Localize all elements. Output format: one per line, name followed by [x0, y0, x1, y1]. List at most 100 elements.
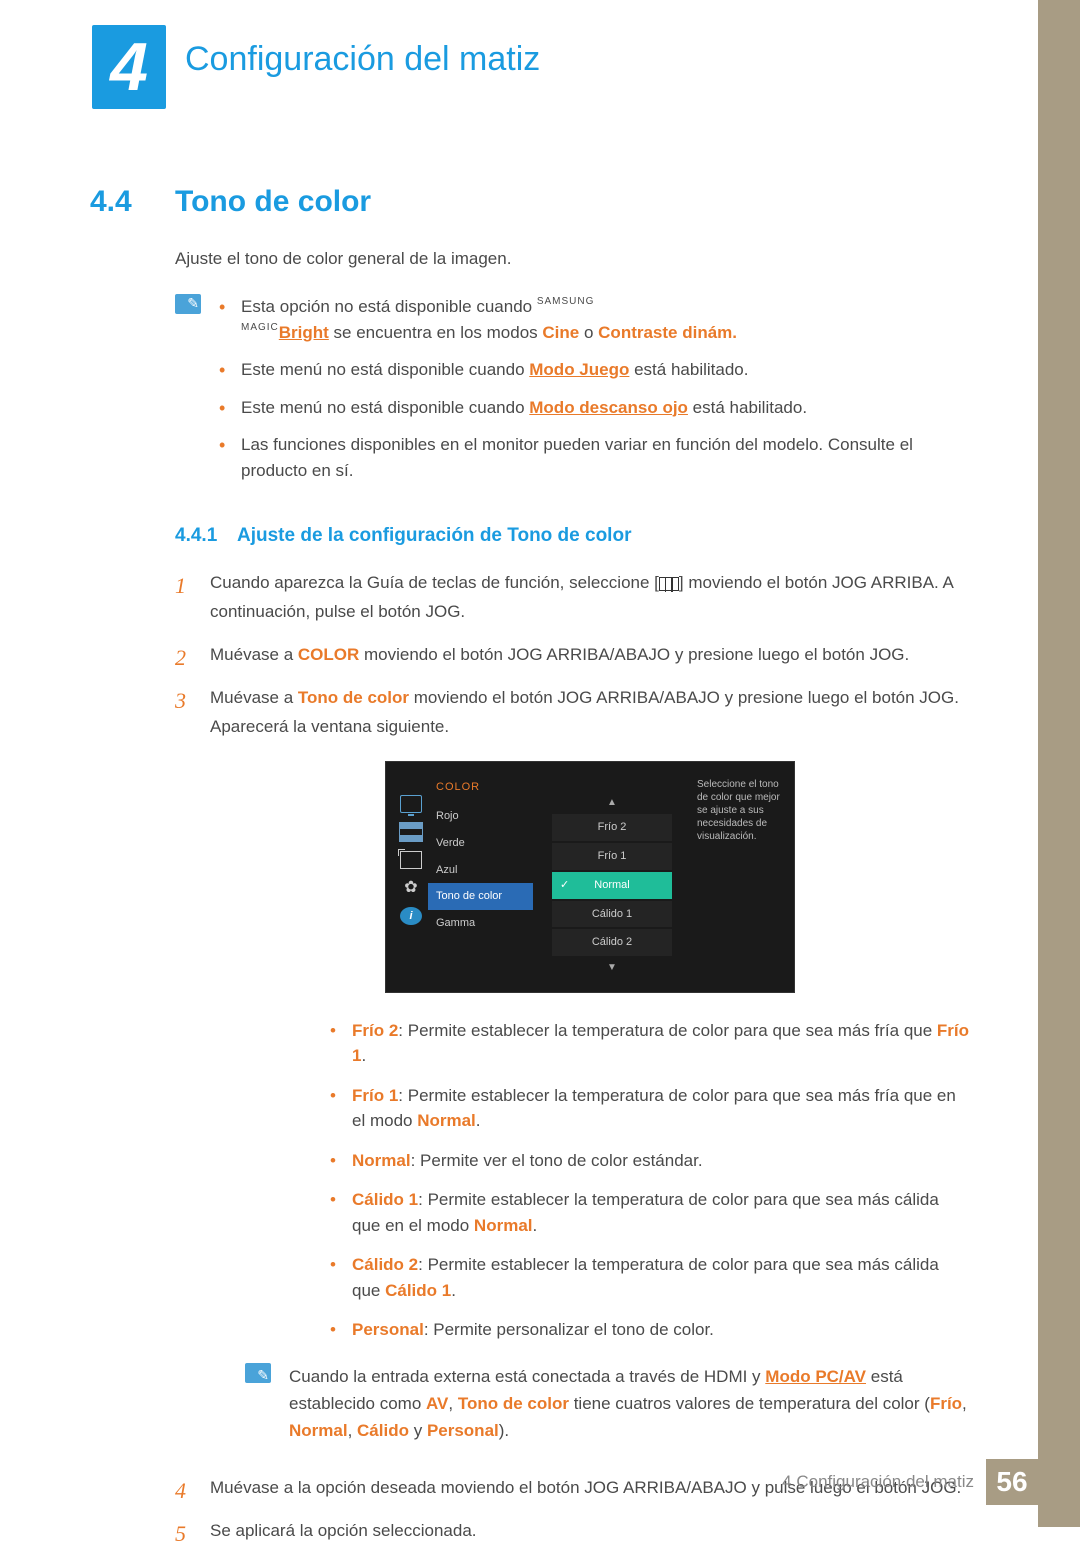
desc-calido1: Cálido 1: Permite establecer la temperat…	[330, 1187, 970, 1238]
val-normal: Normal	[289, 1421, 348, 1440]
text: se encuentra en los modos	[329, 323, 543, 342]
note-item: Este menú no está disponible cuando Modo…	[219, 395, 970, 421]
text: Muévase a	[210, 688, 298, 707]
text: ).	[499, 1421, 509, 1440]
text: : Permite establecer la temperatura de c…	[398, 1021, 937, 1040]
osd-option: Cálido 2	[552, 929, 672, 956]
osd-left-item: Rojo	[428, 803, 533, 830]
text: ,	[448, 1394, 457, 1413]
list-icon	[400, 823, 422, 841]
text: SAMSUNG	[537, 296, 595, 307]
osd-option: Frío 2	[552, 814, 672, 841]
osd-left-item: Verde	[428, 830, 533, 857]
text: MAGIC	[241, 322, 279, 333]
text: Muévase a	[210, 645, 298, 664]
arrow-down-icon: ▼	[605, 957, 619, 978]
chapter-number-box: 4	[92, 25, 166, 109]
note-icon	[175, 294, 201, 314]
note-icon	[245, 1363, 271, 1383]
label: Cálido 1	[352, 1190, 418, 1209]
chapter-title: Configuración del matiz	[185, 40, 540, 79]
desc-frio2: Frío 2: Permite establecer la temperatur…	[330, 1018, 970, 1069]
text: Cuando aparezca la Guía de teclas de fun…	[210, 573, 659, 592]
osd-options: ▲ Frío 2 Frío 1 Normal Cálido 1 Cálido 2…	[533, 770, 691, 983]
mode-contraste: Contraste dinám.	[598, 323, 737, 342]
steps-list: Cuando aparezca la Guía de teclas de fun…	[175, 569, 970, 1546]
mode-cine: Cine	[542, 323, 579, 342]
modo-pcav-link[interactable]: Modo PC/AV	[765, 1367, 866, 1386]
text: y	[409, 1421, 427, 1440]
desc-frio1: Frío 1: Permite establecer la temperatur…	[330, 1083, 970, 1134]
note-paragraph: Cuando la entrada externa está conectada…	[289, 1363, 970, 1445]
osd-option: Cálido 1	[552, 901, 672, 928]
picture-icon	[400, 795, 422, 813]
label: Frío 2	[352, 1021, 398, 1040]
text: moviendo el botón JOG ARRIBA/ABAJO y pre…	[359, 645, 909, 664]
ref: Normal	[417, 1111, 476, 1130]
val-personal: Personal	[427, 1421, 499, 1440]
section-number: 4.4	[90, 185, 175, 219]
osd-left-item: Gamma	[428, 910, 533, 937]
note-block-2: Cuando la entrada externa está conectada…	[245, 1363, 970, 1445]
ref: Normal	[474, 1216, 533, 1235]
info-icon: i	[400, 907, 422, 925]
text: : Permite ver el tono de color estándar.	[411, 1151, 703, 1170]
text: ,	[962, 1394, 967, 1413]
osd-left-item: Azul	[428, 857, 533, 884]
step-3: Muévase a Tono de color moviendo el botó…	[175, 684, 970, 1445]
note-item: Esta opción no está disponible cuando SA…	[219, 294, 970, 345]
desc-calido2: Cálido 2: Permite establecer la temperat…	[330, 1252, 970, 1303]
text: Esta opción no está disponible cuando	[241, 297, 537, 316]
page-footer: 4 Configuración del matiz 56	[782, 1459, 1038, 1505]
modo-juego-link[interactable]: Modo Juego	[529, 360, 629, 379]
val-frio: Frío	[930, 1394, 962, 1413]
osd-option: Frío 1	[552, 843, 672, 870]
osd-menu: ✿ i COLOR Rojo Verde Azul Tono de color …	[385, 761, 795, 992]
text: Este menú no está disponible cuando	[241, 398, 529, 417]
menu-icon	[659, 577, 679, 591]
step-5: Se aplicará la opción seleccionada.	[175, 1517, 970, 1546]
note-item: Este menú no está disponible cuando Modo…	[219, 357, 970, 383]
note-block-1: Esta opción no está disponible cuando SA…	[175, 294, 970, 495]
osd-left-item-selected: Tono de color	[428, 883, 533, 910]
note-item: Las funciones disponibles en el monitor …	[219, 432, 970, 483]
text: está habilitado.	[688, 398, 807, 417]
label: Frío 1	[352, 1086, 398, 1105]
text: tiene cuatros valores de temperatura del…	[569, 1394, 930, 1413]
mode-av: AV	[426, 1394, 448, 1413]
label: Cálido 2	[352, 1255, 418, 1274]
tono-label: Tono de color	[458, 1394, 569, 1413]
label: Personal	[352, 1320, 424, 1339]
osd-help-text: Seleccione el tono de color que mejor se…	[691, 770, 786, 983]
resize-icon	[400, 851, 422, 869]
gear-icon: ✿	[400, 879, 422, 897]
text: está habilitado.	[629, 360, 748, 379]
osd-sidebar-icons: ✿ i	[394, 770, 428, 983]
text: : Permite establecer la temperatura de c…	[352, 1190, 939, 1235]
desc-personal: Personal: Permite personalizar el tono d…	[330, 1317, 970, 1343]
subsection-heading: 4.4.1 Ajuste de la configuración de Tono…	[175, 525, 970, 547]
text: Este menú no está disponible cuando	[241, 360, 529, 379]
text: Cuando la entrada externa está conectada…	[289, 1367, 765, 1386]
val-calido: Cálido	[357, 1421, 409, 1440]
magic-bright-link[interactable]: Bright	[279, 323, 329, 342]
page-content: 4.4 Tono de color Ajuste el tono de colo…	[90, 185, 970, 1560]
menu-color: COLOR	[298, 645, 359, 664]
modo-descanso-link[interactable]: Modo descanso ojo	[529, 398, 688, 417]
arrow-up-icon: ▲	[605, 792, 619, 813]
label: Normal	[352, 1151, 411, 1170]
ref: Cálido 1	[385, 1281, 451, 1300]
osd-header: COLOR	[428, 776, 533, 803]
text: : Permite personalizar el tono de color.	[424, 1320, 714, 1339]
side-stripe	[1038, 0, 1080, 1527]
text: o	[579, 323, 598, 342]
section-title: Tono de color	[175, 185, 371, 219]
section-heading: 4.4 Tono de color	[90, 185, 970, 219]
osd-left-menu: COLOR Rojo Verde Azul Tono de color Gamm…	[428, 770, 533, 983]
color-descriptions: Frío 2: Permite establecer la temperatur…	[330, 1018, 970, 1343]
desc-normal: Normal: Permite ver el tono de color est…	[330, 1148, 970, 1174]
text: ,	[348, 1421, 357, 1440]
footer-page-number: 56	[986, 1459, 1038, 1505]
subsection-number: 4.4.1	[175, 525, 237, 547]
subsection-title: Ajuste de la configuración de Tono de co…	[237, 525, 631, 547]
